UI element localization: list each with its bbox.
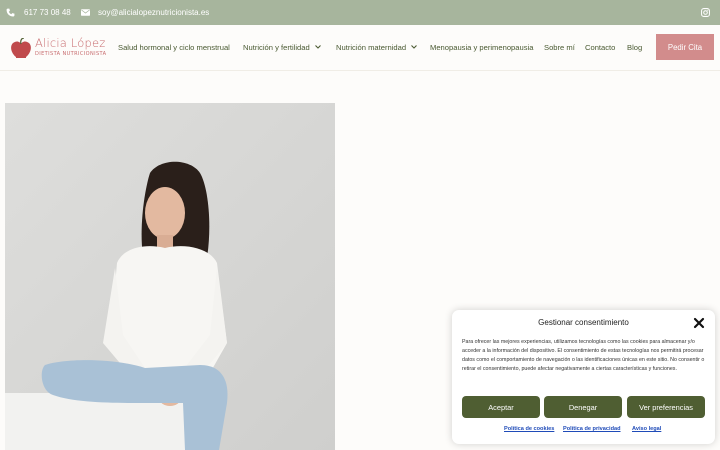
nav-item-menopausia[interactable]: Menopausia y perimenopausia bbox=[430, 25, 533, 70]
nav-item-blog[interactable]: Blog bbox=[627, 25, 642, 70]
nav-item-label: Nutrición y fertilidad bbox=[243, 43, 310, 52]
consent-body-text: Para ofrecer las mejores experiencias, u… bbox=[462, 339, 705, 372]
email-link[interactable]: soy@alicialopeznutricionista.es bbox=[81, 0, 209, 25]
apple-logo-icon bbox=[11, 38, 31, 58]
nav-item-label: Sobre mí bbox=[544, 43, 575, 52]
cookie-policy-link[interactable]: Política de cookies bbox=[504, 426, 554, 432]
nav-item-salud-hormonal[interactable]: Salud hormonal y ciclo menstrual bbox=[118, 25, 230, 70]
nav-item-sobre-mi[interactable]: Sobre mí bbox=[544, 25, 575, 70]
email-address: soy@alicialopeznutricionista.es bbox=[98, 8, 210, 17]
deny-button[interactable]: Denegar bbox=[544, 396, 622, 418]
nav-item-label: Nutrición maternidad bbox=[336, 43, 407, 52]
phone-number: 617 73 08 48 bbox=[24, 8, 71, 17]
chevron-down-icon bbox=[411, 44, 417, 51]
nav-item-label: Menopausia y perimenopausia bbox=[430, 43, 534, 52]
phone-icon bbox=[6, 8, 15, 17]
nav-item-maternidad[interactable]: Nutrición maternidad bbox=[336, 25, 417, 70]
close-icon[interactable] bbox=[692, 316, 706, 330]
top-bar: 617 73 08 48 soy@alicialopeznutricionist… bbox=[0, 0, 720, 25]
nav-item-contacto[interactable]: Contacto bbox=[585, 25, 615, 70]
logo-tagline: DIETISTA NUTRICIONISTA bbox=[35, 51, 107, 57]
nav-item-label: Blog bbox=[627, 43, 643, 52]
hero-portrait-photo bbox=[5, 103, 335, 450]
pedir-cita-button[interactable]: Pedir Cita bbox=[656, 34, 714, 60]
cookie-consent-dialog: Gestionar consentimiento Para ofrecer la… bbox=[452, 310, 715, 444]
nav-item-label: Salud hormonal y ciclo menstrual bbox=[118, 43, 230, 52]
consent-title: Gestionar consentimiento bbox=[538, 318, 629, 327]
instagram-link[interactable] bbox=[701, 0, 710, 25]
nav-item-label: Contacto bbox=[585, 43, 616, 52]
privacy-policy-link[interactable]: Política de privacidad bbox=[563, 426, 621, 432]
view-preferences-button[interactable]: Ver preferencias bbox=[627, 396, 705, 418]
envelope-icon bbox=[81, 9, 90, 16]
nav-item-fertilidad[interactable]: Nutrición y fertilidad bbox=[243, 25, 321, 70]
main-navigation: Alicia López DIETISTA NUTRICIONISTA Salu… bbox=[0, 25, 720, 71]
logo-name: Alicia López bbox=[35, 36, 106, 50]
instagram-icon bbox=[701, 8, 710, 17]
accept-button[interactable]: Aceptar bbox=[462, 396, 540, 418]
chevron-down-icon bbox=[314, 44, 321, 51]
site-logo[interactable]: Alicia López DIETISTA NUTRICIONISTA bbox=[9, 36, 106, 61]
legal-notice-link[interactable]: Aviso legal bbox=[632, 426, 661, 432]
phone-link[interactable]: 617 73 08 48 bbox=[6, 0, 71, 25]
